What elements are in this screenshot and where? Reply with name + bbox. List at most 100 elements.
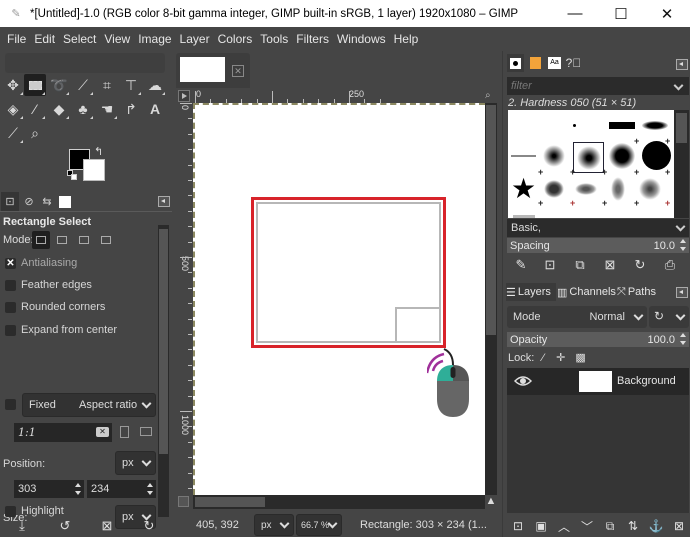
brushes-tab-icon[interactable]: [507, 54, 524, 72]
expand-from-center-checkbox[interactable]: Expand from center: [5, 324, 117, 336]
dock-menu-button[interactable]: [676, 287, 688, 298]
unified-transform-tool-icon[interactable]: ⊤: [120, 74, 142, 96]
mode-intersect-icon[interactable]: [97, 231, 115, 249]
dock-menu-button[interactable]: [158, 196, 170, 207]
minimize-button[interactable]: —: [552, 0, 598, 27]
menu-layer[interactable]: Layer: [176, 32, 214, 46]
edit-brush-icon[interactable]: ✎: [512, 257, 530, 273]
paths-tool-icon[interactable]: ↱: [120, 98, 142, 120]
size-width-input[interactable]: 303: [14, 480, 84, 498]
spin-arrows-icon[interactable]: [146, 482, 154, 496]
color-picker-tool-icon[interactable]: ⟋: [2, 122, 24, 144]
antialiasing-checkbox[interactable]: ✕ Antialiasing: [5, 257, 77, 269]
menu-windows[interactable]: Windows: [333, 32, 390, 46]
brush-item[interactable]: [606, 140, 637, 171]
duplicate-layer-icon[interactable]: ⧉: [601, 518, 619, 534]
raise-layer-icon[interactable]: ︿: [555, 518, 573, 534]
fixed-checkbox[interactable]: [5, 399, 21, 410]
menu-image[interactable]: Image: [134, 32, 175, 46]
rectangle-select-tool-icon[interactable]: [24, 74, 46, 96]
position-unit-dropdown[interactable]: px: [115, 451, 156, 475]
new-brush-icon[interactable]: ⊡: [541, 257, 559, 273]
selection-resize-handle[interactable]: [395, 307, 441, 343]
brush-preset-dropdown[interactable]: Basic,: [507, 219, 689, 237]
image-canvas[interactable]: [193, 103, 485, 495]
zoom-dropdown[interactable]: 66.7 %: [296, 514, 342, 536]
duplicate-brush-icon[interactable]: ⧉: [571, 257, 589, 273]
mode-replace-icon[interactable]: [32, 231, 50, 249]
dock-menu-button[interactable]: [676, 59, 688, 70]
spin-arrows-icon[interactable]: [74, 482, 82, 496]
highlight-checkbox[interactable]: Highlight: [5, 505, 64, 517]
clear-icon[interactable]: ✕: [96, 427, 109, 437]
maximize-button[interactable]: ☐: [598, 0, 644, 27]
reset-options-icon[interactable]: ↻: [140, 517, 158, 535]
patterns-tab-icon[interactable]: [527, 54, 544, 72]
feather-edges-checkbox[interactable]: Feather edges: [5, 279, 92, 291]
size-height-input[interactable]: 234: [87, 480, 156, 498]
image-tab[interactable]: ✕: [176, 53, 250, 88]
restore-options-icon[interactable]: ↺: [56, 517, 74, 535]
move-tool-icon[interactable]: ✥: [2, 74, 24, 96]
brush-grid[interactable]: ★ + + + + + + + + + + + +: [508, 110, 674, 218]
open-brush-as-image-icon[interactable]: ⎙: [661, 257, 679, 273]
smudge-tool-icon[interactable]: ☚: [96, 98, 118, 120]
mode-subtract-icon[interactable]: [75, 231, 93, 249]
close-button[interactable]: ✕: [644, 0, 690, 27]
opacity-slider[interactable]: Opacity 100.0: [507, 332, 689, 347]
fixed-mode-dropdown[interactable]: Fixed Aspect ratio: [22, 393, 156, 417]
menu-help[interactable]: Help: [390, 32, 423, 46]
fuzzy-select-tool-icon[interactable]: ⟋: [72, 74, 94, 96]
close-image-icon[interactable]: ✕: [232, 65, 244, 77]
lower-layer-icon[interactable]: ﹀: [578, 518, 596, 534]
refresh-brushes-icon[interactable]: ↻: [631, 257, 649, 273]
undo-history-tab-icon[interactable]: ⇆: [38, 192, 56, 211]
unit-dropdown[interactable]: px: [254, 514, 294, 536]
portrait-icon[interactable]: [120, 426, 129, 438]
images-tab-icon[interactable]: [56, 192, 74, 211]
vertical-scrollbar[interactable]: [485, 103, 497, 495]
delete-options-icon[interactable]: ⊠: [98, 517, 116, 535]
lock-alpha-icon[interactable]: ▩: [575, 351, 585, 364]
brush-item-selected[interactable]: [573, 142, 604, 173]
brush-item[interactable]: ★: [508, 173, 539, 204]
brush-item[interactable]: [559, 110, 590, 141]
anchor-layer-icon[interactable]: ⚓: [647, 518, 665, 534]
brush-filter-input[interactable]: filter: [507, 77, 689, 95]
zoom-tool-icon[interactable]: ⌕: [24, 122, 46, 144]
quick-mask-icon[interactable]: ▲: [485, 495, 497, 509]
fonts-tab-icon[interactable]: Aa: [546, 54, 563, 72]
delete-layer-icon[interactable]: ⊠: [670, 518, 688, 534]
tool-options-tab-icon[interactable]: ⊡: [1, 192, 19, 211]
warp-transform-tool-icon[interactable]: ☁: [144, 74, 166, 96]
layer-row[interactable]: Background: [507, 368, 689, 395]
brush-item[interactable]: [508, 205, 539, 218]
navigate-icon[interactable]: [178, 496, 189, 507]
swap-colors-icon[interactable]: ↰: [94, 145, 103, 158]
horizontal-scrollbar[interactable]: [193, 495, 485, 509]
bucket-fill-tool-icon[interactable]: ◈: [2, 98, 24, 120]
lock-position-icon[interactable]: ✛: [556, 351, 565, 364]
menu-filters[interactable]: Filters: [292, 32, 333, 46]
delete-brush-icon[interactable]: ⊠: [601, 257, 619, 273]
tool-options-scrollbar[interactable]: [158, 225, 169, 517]
tab-channels[interactable]: ▥ Channels: [557, 283, 617, 301]
tab-layers[interactable]: ☰ Layers: [506, 283, 556, 301]
text-tool-icon[interactable]: A: [144, 98, 166, 120]
background-color-swatch[interactable]: [83, 159, 105, 181]
mode-add-icon[interactable]: [53, 231, 71, 249]
help-icon[interactable]: ?⃝: [565, 54, 582, 72]
landscape-icon[interactable]: [140, 427, 152, 436]
merge-layer-icon[interactable]: ⇅: [624, 518, 642, 534]
spin-arrows-icon[interactable]: [679, 238, 687, 252]
free-select-tool-icon[interactable]: ➰: [48, 74, 70, 96]
eraser-tool-icon[interactable]: ◆: [48, 98, 70, 120]
new-layer-group-icon[interactable]: ▣: [532, 518, 550, 534]
save-options-icon[interactable]: ⤓: [13, 517, 31, 535]
crop-tool-icon[interactable]: ⌗: [96, 74, 118, 96]
new-layer-icon[interactable]: ⊡: [509, 518, 527, 534]
lock-pixels-icon[interactable]: ⁄: [542, 352, 544, 364]
menu-tools[interactable]: Tools: [256, 32, 292, 46]
spin-arrows-icon[interactable]: [679, 332, 687, 346]
quick-menu-button[interactable]: [178, 90, 190, 102]
